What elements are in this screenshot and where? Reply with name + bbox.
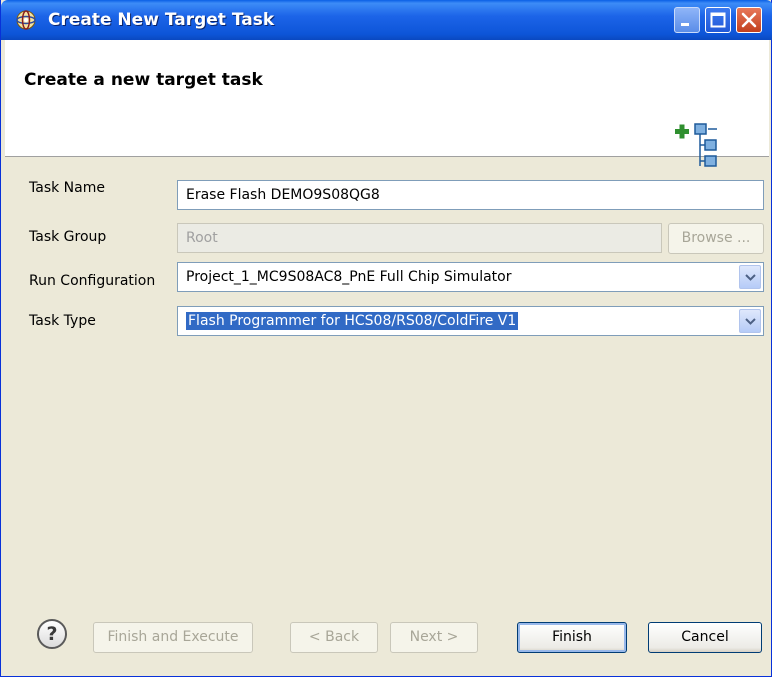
wizard-banner: Create a new target task <box>5 40 769 167</box>
task-form: Task Name Erase Flash DEMO9S08QG8 Task G… <box>5 158 769 598</box>
browse-button: Browse ... <box>668 223 764 254</box>
back-button: < Back <box>290 622 378 653</box>
help-icon[interactable]: ? <box>37 619 67 649</box>
title-bar[interactable]: Create New Target Task <box>1 0 772 40</box>
run-configuration-dropdown-icon[interactable] <box>739 265 761 289</box>
task-group-value: Root <box>186 230 218 246</box>
task-name-value: Erase Flash DEMO9S08QG8 <box>186 187 380 203</box>
task-type-label: Task Type <box>29 313 96 329</box>
close-button[interactable] <box>736 7 762 33</box>
create-target-task-dialog: Create New Target Task Create a new targ… <box>0 0 772 677</box>
run-configuration-value: Project_1_MC9S08AC8_PnE Full Chip Simula… <box>186 269 512 285</box>
app-icon <box>15 9 37 31</box>
window-title: Create New Target Task <box>48 10 275 30</box>
banner-heading: Create a new target task <box>24 70 263 90</box>
task-group-label: Task Group <box>29 229 107 245</box>
minimize-button[interactable] <box>674 7 700 33</box>
maximize-button[interactable] <box>705 7 731 33</box>
finish-button[interactable]: Finish <box>517 622 627 653</box>
task-name-input[interactable]: Erase Flash DEMO9S08QG8 <box>177 180 764 210</box>
task-type-value: Flash Programmer for HCS08/RS08/ColdFire… <box>186 312 519 330</box>
finish-and-execute-button: Finish and Execute <box>93 622 253 653</box>
next-button: Next > <box>390 622 478 653</box>
cancel-button[interactable]: Cancel <box>648 622 762 653</box>
task-group-input: Root <box>177 223 662 253</box>
dialog-footer: ? Finish and Execute < Back Next > Finis… <box>5 598 769 676</box>
run-configuration-select[interactable]: Project_1_MC9S08AC8_PnE Full Chip Simula… <box>177 262 764 292</box>
task-name-label: Task Name <box>29 180 105 196</box>
task-type-dropdown-icon[interactable] <box>739 309 761 333</box>
task-type-select[interactable]: Flash Programmer for HCS08/RS08/ColdFire… <box>177 306 764 336</box>
run-configuration-label: Run Configuration <box>29 273 156 289</box>
